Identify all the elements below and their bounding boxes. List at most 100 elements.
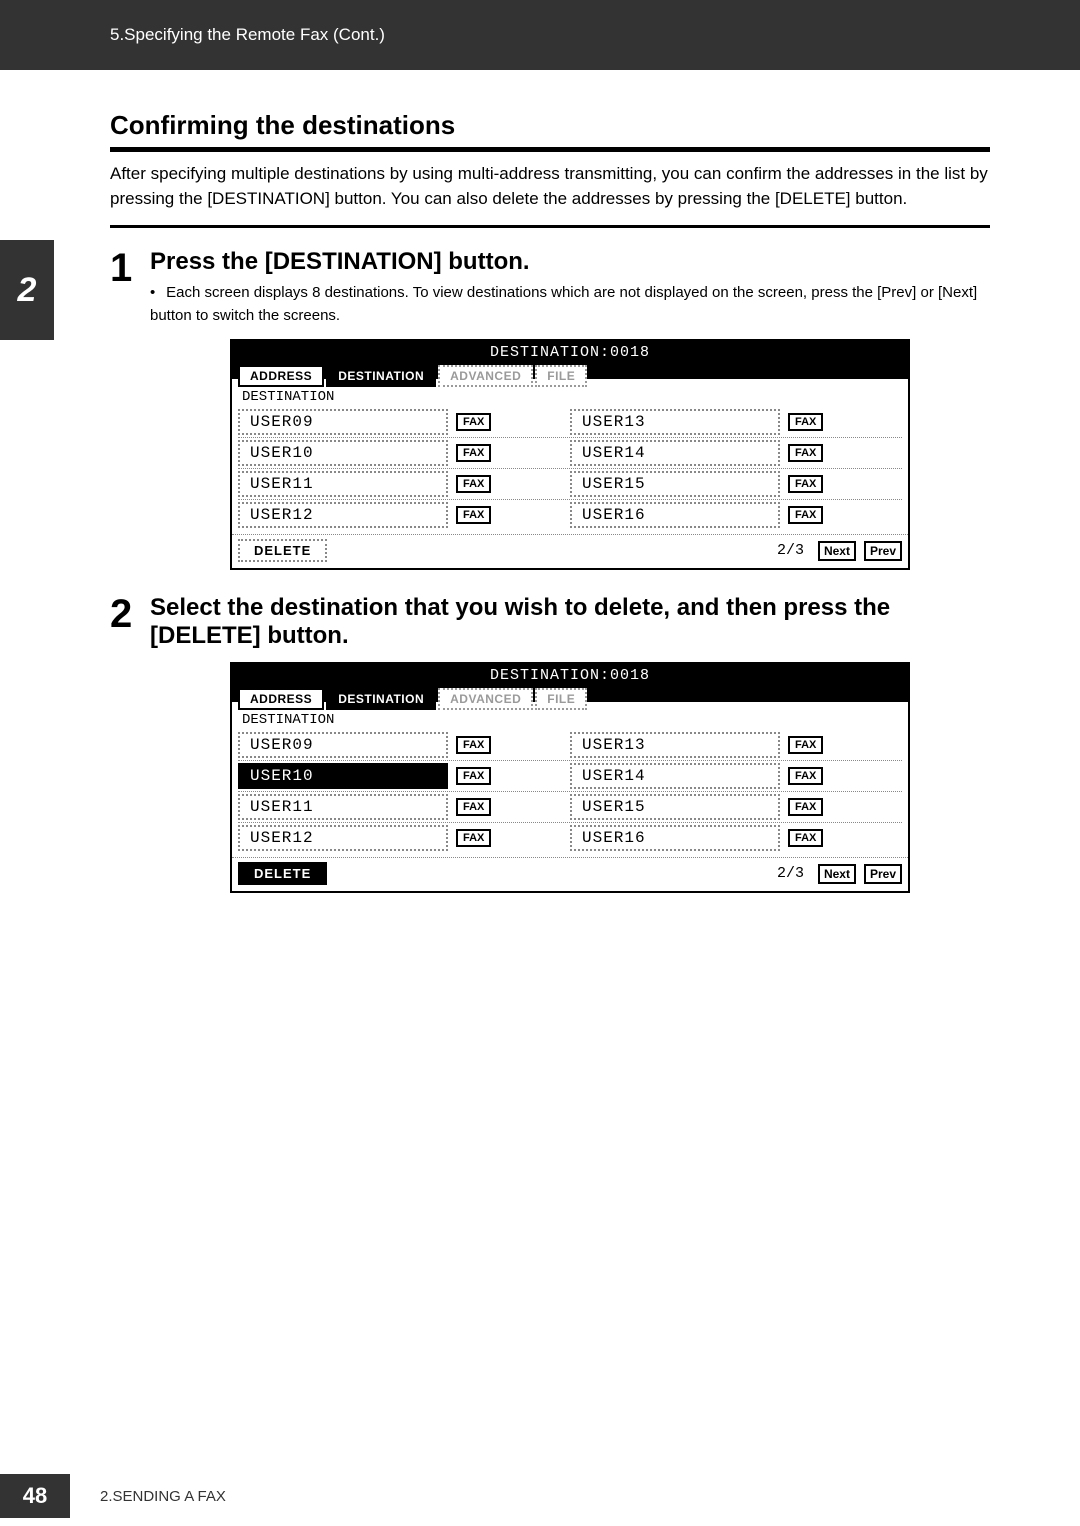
destination-rows: USER09FAXUSER13FAXUSER10FAXUSER14FAXUSER…	[232, 728, 908, 857]
tab-address[interactable]: ADDRESS	[238, 688, 324, 710]
destination-cell: USER10 FAX	[238, 761, 570, 791]
table-row: USER10 FAX USER14 FAX	[238, 437, 902, 468]
destination-cell: USER09 FAX	[238, 730, 570, 760]
destination-button[interactable]: USER16	[570, 502, 780, 528]
fax-type-button[interactable]: FAX	[788, 736, 823, 754]
chapter-label: 2.SENDING A FAX	[100, 1488, 226, 1505]
table-row: USER11 FAX USER15 FAX	[238, 468, 902, 499]
delete-button[interactable]: DELETE	[238, 539, 327, 562]
fax-type-button[interactable]: FAX	[788, 413, 823, 431]
fax-type-button[interactable]: FAX	[456, 798, 491, 816]
fax-type-button[interactable]: FAX	[456, 736, 491, 754]
fax-type-button[interactable]: FAX	[456, 413, 491, 431]
fax-type-button[interactable]: FAX	[788, 444, 823, 462]
tab-advanced[interactable]: ADVANCED	[438, 365, 533, 387]
prev-button[interactable]: Prev	[864, 541, 902, 561]
panel-tabs: ADDRESS DESTINATION ADVANCED FILE	[232, 688, 908, 710]
fax-type-button[interactable]: FAX	[456, 444, 491, 462]
panel-footer: DELETE 2/3 Next Prev	[232, 534, 908, 568]
step-title: Select the destination that you wish to …	[150, 594, 990, 650]
destination-button[interactable]: USER12	[238, 825, 448, 851]
destination-button[interactable]: USER10	[238, 440, 448, 466]
tab-destination[interactable]: DESTINATION	[326, 688, 436, 710]
destination-button[interactable]: USER13	[570, 732, 780, 758]
panel-tabs: ADDRESS DESTINATION ADVANCED FILE	[232, 365, 908, 387]
step-2: 2 Select the destination that you wish t…	[110, 594, 990, 893]
panel-footer: DELETE 2/3 Next Prev	[232, 857, 908, 891]
step-note: • Each screen displays 8 destinations. T…	[150, 282, 990, 327]
tab-destination[interactable]: DESTINATION	[326, 365, 436, 387]
table-row: USER10 FAX USER14 FAX	[238, 760, 902, 791]
destination-cell: USER12 FAX	[238, 500, 570, 530]
next-button[interactable]: Next	[818, 864, 856, 884]
fax-type-button[interactable]: FAX	[788, 767, 823, 785]
destination-cell: USER12 FAX	[238, 823, 570, 853]
destination-panel-2: DESTINATION:0018 ADDRESS DESTINATION ADV…	[230, 662, 910, 893]
destination-panel-1: DESTINATION:0018 ADDRESS DESTINATION ADV…	[230, 339, 910, 570]
fax-type-button[interactable]: FAX	[456, 506, 491, 524]
section-intro: After specifying multiple destinations b…	[110, 162, 990, 211]
page-footer: 48 2.SENDING A FAX	[0, 1466, 226, 1526]
next-button[interactable]: Next	[818, 541, 856, 561]
destination-button[interactable]: USER11	[238, 794, 448, 820]
destination-button[interactable]: USER16	[570, 825, 780, 851]
table-row: USER11 FAX USER15 FAX	[238, 791, 902, 822]
panel-sublabel: DESTINATION	[232, 710, 908, 728]
destination-cell: USER09 FAX	[238, 407, 570, 437]
fax-type-button[interactable]: FAX	[788, 475, 823, 493]
tab-file[interactable]: FILE	[535, 365, 587, 387]
destination-button[interactable]: USER12	[238, 502, 448, 528]
fax-type-button[interactable]: FAX	[788, 798, 823, 816]
destination-cell: USER10 FAX	[238, 438, 570, 468]
panel-sublabel: DESTINATION	[232, 387, 908, 405]
destination-rows: USER09FAXUSER13FAXUSER10FAXUSER14FAXUSER…	[232, 405, 908, 534]
destination-button[interactable]: USER11	[238, 471, 448, 497]
page-indicator: 2/3	[777, 865, 804, 882]
step-number: 2	[110, 594, 136, 893]
destination-cell: USER15 FAX	[570, 469, 902, 499]
destination-button[interactable]: USER15	[570, 794, 780, 820]
destination-cell: USER16 FAX	[570, 823, 902, 853]
section-title: Confirming the destinations	[110, 110, 990, 141]
tab-advanced[interactable]: ADVANCED	[438, 688, 533, 710]
destination-button[interactable]: USER13	[570, 409, 780, 435]
destination-cell: USER13 FAX	[570, 730, 902, 760]
page-indicator: 2/3	[777, 542, 804, 559]
destination-button[interactable]: USER09	[238, 409, 448, 435]
fax-type-button[interactable]: FAX	[456, 767, 491, 785]
table-row: USER09 FAX USER13 FAX	[238, 730, 902, 760]
step-number: 1	[110, 248, 136, 570]
fax-type-button[interactable]: FAX	[456, 475, 491, 493]
destination-cell: USER16 FAX	[570, 500, 902, 530]
destination-button[interactable]: USER10	[238, 763, 448, 789]
destination-button[interactable]: USER09	[238, 732, 448, 758]
bullet-icon: •	[150, 282, 162, 305]
tab-address[interactable]: ADDRESS	[238, 365, 324, 387]
destination-button[interactable]: USER14	[570, 440, 780, 466]
step-title: Press the [DESTINATION] button.	[150, 248, 990, 276]
fax-type-button[interactable]: FAX	[456, 829, 491, 847]
chapter-side-tab: 2	[0, 240, 54, 340]
prev-button[interactable]: Prev	[864, 864, 902, 884]
table-row: USER12 FAX USER16 FAX	[238, 499, 902, 530]
delete-button[interactable]: DELETE	[238, 862, 327, 885]
page-number: 48	[0, 1474, 70, 1518]
destination-button[interactable]: USER15	[570, 471, 780, 497]
fax-type-button[interactable]: FAX	[788, 506, 823, 524]
destination-cell: USER14 FAX	[570, 438, 902, 468]
destination-cell: USER11 FAX	[238, 792, 570, 822]
destination-cell: USER14 FAX	[570, 761, 902, 791]
page-content: Confirming the destinations After specif…	[0, 70, 1080, 893]
destination-button[interactable]: USER14	[570, 763, 780, 789]
table-row: USER12 FAX USER16 FAX	[238, 822, 902, 853]
light-rule	[110, 225, 990, 228]
tab-file[interactable]: FILE	[535, 688, 587, 710]
destination-cell: USER11 FAX	[238, 469, 570, 499]
destination-cell: USER13 FAX	[570, 407, 902, 437]
destination-cell: USER15 FAX	[570, 792, 902, 822]
fax-type-button[interactable]: FAX	[788, 829, 823, 847]
heavy-rule	[110, 147, 990, 152]
top-bar: 5.Specifying the Remote Fax (Cont.)	[0, 0, 1080, 70]
step-1: 1 Press the [DESTINATION] button. • Each…	[110, 248, 990, 570]
breadcrumb: 5.Specifying the Remote Fax (Cont.)	[110, 25, 385, 45]
